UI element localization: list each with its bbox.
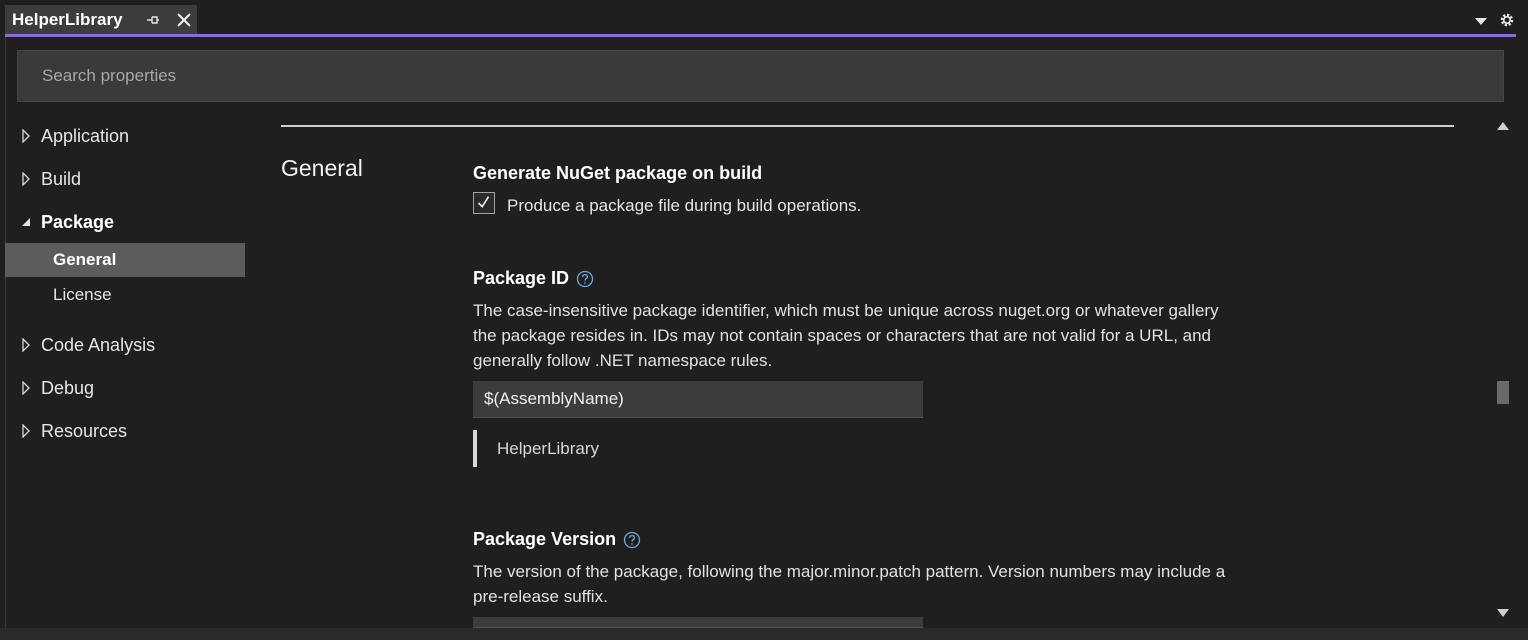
caret-right-icon [22,172,30,186]
search-box[interactable] [17,50,1504,102]
scrollbar-thumb[interactable] [1497,381,1509,404]
package-version-title: Package Version [473,529,641,550]
nav-item-application[interactable]: Application [5,119,245,153]
scroll-up-icon[interactable] [1496,121,1510,131]
property-title-text: Package Version [473,529,617,549]
document-tab[interactable]: HelperLibrary [5,5,197,34]
caret-down-icon [22,218,30,226]
nav-item-label: General [53,250,117,269]
caret-right-icon [22,381,30,395]
bottom-bar [0,628,1528,640]
nav-item-build[interactable]: Build [5,162,245,196]
nav-item-label: Build [41,168,82,189]
nav-item-resources[interactable]: Resources [5,414,245,448]
checkmark-icon [477,196,490,208]
help-icon[interactable] [623,531,641,549]
section-title: General [281,155,363,181]
package-id-evaluated-value: HelperLibrary [473,430,599,467]
scroll-down-icon[interactable] [1496,608,1510,618]
nav-item-label: Code Analysis [41,334,156,355]
caret-right-icon [22,424,30,438]
nav-item-general[interactable]: General [5,243,245,277]
tab-title: HelperLibrary [12,9,123,29]
nav-item-label: License [53,285,112,304]
nav-item-debug[interactable]: Debug [5,371,245,405]
help-icon[interactable] [576,270,594,288]
nav-item-code-analysis[interactable]: Code Analysis [5,328,245,362]
nav-item-label: Debug [41,377,95,398]
gear-icon[interactable] [1498,11,1516,29]
nav-item-label: Resources [41,420,128,441]
document-tab-strip: HelperLibrary [0,0,1528,38]
generate-package-checkbox[interactable] [473,192,495,214]
package-id-description: The case-insensitive package identifier,… [473,301,1219,370]
package-version-description: The version of the package, following th… [473,562,1226,606]
section-divider [281,125,1454,127]
chevron-down-icon[interactable] [1474,16,1488,26]
close-icon[interactable] [175,11,193,29]
caret-right-icon [22,338,30,352]
nav-item-label: Application [41,125,130,146]
caret-right-icon [22,129,30,143]
search-input[interactable] [40,65,1503,87]
package-id-input[interactable] [482,388,923,410]
nav-item-label: Package [41,211,115,232]
generate-package-title: Generate NuGet package on build [473,163,762,184]
package-version-field[interactable] [473,617,923,628]
nav-item-package[interactable]: Package [5,205,245,239]
nav-item-license[interactable]: License [5,278,245,312]
property-title-text: Package ID [473,268,570,288]
package-id-field[interactable] [473,381,923,418]
pin-icon[interactable] [145,12,161,28]
package-id-title: Package ID [473,268,594,289]
tab-accent-line [5,34,1516,37]
generate-package-checkbox-label[interactable]: Produce a package file during build oper… [507,196,861,216]
property-title-text: Generate NuGet package on build [473,163,763,183]
